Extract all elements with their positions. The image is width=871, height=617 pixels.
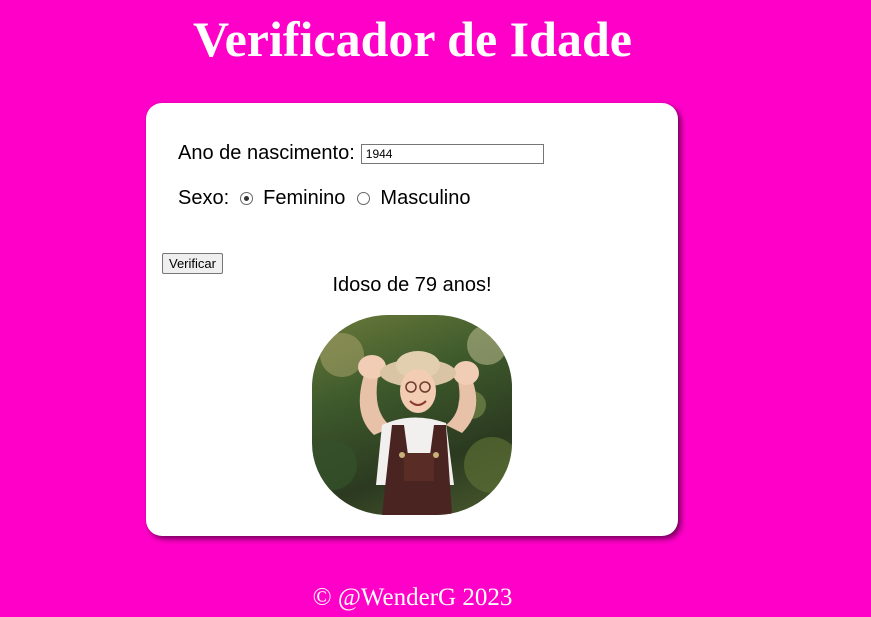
birth-year-row: Ano de nascimento: — [178, 142, 544, 165]
result-text: Idoso de 79 anos! — [332, 274, 492, 296]
footer-copyright: © @WenderG 2023 — [312, 584, 513, 611]
verifier-card: Ano de nascimento: Sexo: Feminino Mascul… — [146, 103, 678, 536]
birth-year-input[interactable] — [360, 143, 544, 164]
page-title: Verificador de Idade — [193, 11, 632, 67]
female-radio[interactable] — [240, 192, 254, 205]
male-radio[interactable] — [357, 192, 371, 205]
female-label[interactable]: Feminino — [263, 187, 345, 210]
verify-button[interactable]: Verificar — [162, 253, 223, 274]
sex-label: Sexo: — [178, 187, 230, 209]
birth-year-label: Ano de nascimento: — [178, 142, 355, 164]
male-label[interactable]: Masculino — [380, 187, 470, 210]
result-image — [312, 315, 512, 515]
sex-row: Sexo: Feminino Masculino — [178, 187, 470, 210]
elderly-woman-photo-icon — [312, 325, 512, 515]
